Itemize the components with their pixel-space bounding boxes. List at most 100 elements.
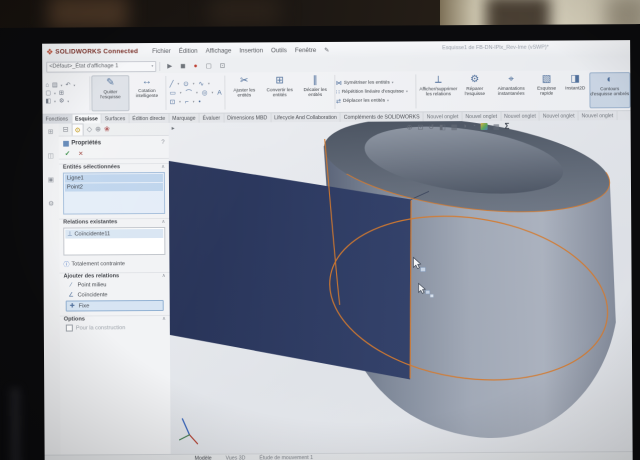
display-state-dropdown[interactable]: <Défaut>_État d'affichage 1 ▾ bbox=[46, 61, 156, 73]
divider bbox=[90, 76, 91, 110]
linear-pattern-button[interactable]: ∷ Répétition linéaire d'esquisse ▾ bbox=[336, 88, 415, 95]
chevron-down-icon: ▾ bbox=[73, 82, 75, 89]
exit-sketch-label: Quitter l'esquisse bbox=[93, 89, 129, 100]
model-tab[interactable]: Modèle bbox=[195, 456, 212, 460]
pause-icon[interactable]: ◼ bbox=[180, 62, 185, 70]
fillet-tool-icon[interactable]: ⌐ bbox=[185, 98, 189, 105]
sketch-point[interactable] bbox=[420, 267, 425, 271]
for-construction-checkbox[interactable] bbox=[66, 325, 73, 332]
display-pane-icon[interactable]: ◫ bbox=[48, 152, 54, 160]
display-manager-tab-icon[interactable]: ❀ bbox=[104, 125, 110, 133]
circle-tool-icon[interactable]: ⊙ bbox=[183, 80, 188, 87]
instant2d-button[interactable]: ◨ Instant2D bbox=[561, 72, 589, 108]
3d-views-tab[interactable]: Vues 3D bbox=[226, 455, 246, 460]
offset-entities-button[interactable]: ∥ Décaler les entités bbox=[297, 74, 333, 110]
cancel-button[interactable]: ✕ bbox=[78, 150, 83, 157]
featuremanager-tab-icon[interactable]: ⊟ bbox=[63, 126, 69, 134]
print-icon[interactable]: ⊞ bbox=[59, 90, 64, 97]
menu-insertion[interactable]: Insertion bbox=[239, 47, 263, 54]
relation-option-fix[interactable]: ✚ Fixe bbox=[66, 300, 164, 312]
info-icon: ⓘ bbox=[63, 260, 69, 269]
arc-tool-icon[interactable]: ⌒ bbox=[186, 89, 193, 96]
shaded-sketch-contours-label: Contours d'esquisse ombrés bbox=[590, 86, 629, 97]
spline-tool-icon[interactable]: ∿ bbox=[198, 80, 203, 87]
play-icon[interactable]: ▶ bbox=[167, 62, 172, 70]
new-document-icon[interactable]: ▢ bbox=[45, 90, 51, 97]
text-tool-icon[interactable]: A bbox=[217, 89, 221, 96]
quick-snaps-button[interactable]: ⌖ Aimantations instantanées bbox=[490, 73, 532, 109]
feature-tree-icon[interactable]: ⊞ bbox=[48, 128, 54, 136]
chevron-down-icon: ▾ bbox=[406, 89, 408, 93]
record-icon[interactable]: ● bbox=[194, 62, 198, 69]
list-item[interactable]: Ligne1 bbox=[65, 174, 163, 183]
propertymanager-tab-icon[interactable]: ⚙ bbox=[71, 123, 83, 135]
menu-affichage[interactable]: Affichage bbox=[206, 47, 232, 54]
relation-option-coincident[interactable]: ∠ Coïncidente bbox=[66, 290, 164, 300]
list-item[interactable]: Point2 bbox=[65, 183, 163, 192]
graphics-viewport[interactable]: ▸ ⊕ ⊡ ↺ ◧ ▦ ◑ ◔ ▦ Σ bbox=[169, 120, 633, 454]
ok-button[interactable]: ✓ bbox=[65, 150, 71, 158]
display-style-icon[interactable]: ◑ bbox=[462, 123, 466, 130]
rapid-sketch-button[interactable]: ▧ Esquisse rapide bbox=[532, 73, 562, 109]
existing-relations-header[interactable]: Relations existantes ∧ bbox=[59, 218, 169, 226]
exit-sketch-button[interactable]: ✎ Quitter l'esquisse bbox=[92, 75, 130, 111]
previous-view-icon[interactable]: ↺ bbox=[428, 123, 434, 131]
zoom-area-icon[interactable]: ⊡ bbox=[417, 123, 423, 131]
move-entities-button[interactable]: ⇄ Déplacer les entités ▾ bbox=[336, 97, 415, 104]
help-icon[interactable]: ? bbox=[161, 139, 164, 145]
selected-entities-header[interactable]: Entités sélectionnées ∧ bbox=[59, 163, 169, 171]
save-icon[interactable]: ▤ bbox=[52, 82, 58, 89]
relation-option-midpoint[interactable]: ∕ Point milieu bbox=[66, 280, 164, 290]
options-header[interactable]: Options ∧ bbox=[60, 315, 170, 323]
configurations-tab-icon[interactable]: ◇ bbox=[87, 125, 92, 133]
convert-entities-button[interactable]: ⊞ Convertir les entités bbox=[262, 74, 298, 110]
scene-icon[interactable]: ▦ bbox=[493, 122, 500, 130]
smart-dimension-button[interactable]: ↔ Cotation intelligente bbox=[129, 75, 165, 111]
shaded-sketch-contours-button[interactable]: ◐ Contours d'esquisse ombrés bbox=[589, 72, 631, 108]
equations-sigma-icon[interactable]: Σ bbox=[505, 122, 510, 131]
convert-entities-icon: ⊞ bbox=[275, 75, 283, 87]
sketch-point[interactable] bbox=[426, 290, 430, 294]
section-view-icon[interactable]: ◧ bbox=[439, 123, 446, 131]
motion-study-tab[interactable]: Étude de mouvement 1 bbox=[259, 455, 313, 460]
sketch-point[interactable] bbox=[430, 294, 433, 297]
slot-tool-icon[interactable]: ⊡ bbox=[170, 98, 175, 105]
menu-fenetre[interactable]: Fenêtre bbox=[295, 47, 316, 54]
add-relations-label: Ajouter des relations bbox=[64, 273, 120, 279]
point-tool-icon[interactable]: • bbox=[198, 98, 200, 105]
trim-entities-button[interactable]: ✂ Ajuster les entités bbox=[226, 74, 262, 110]
undo-icon[interactable]: ↶ bbox=[65, 82, 70, 89]
hide-show-icon[interactable]: ◔ bbox=[472, 123, 476, 130]
settings-icon[interactable]: ⚙ bbox=[48, 200, 54, 208]
3d-model-canvas[interactable] bbox=[169, 120, 633, 454]
zoom-fit-icon[interactable]: ⊕ bbox=[407, 123, 413, 131]
existing-relations-listbox[interactable]: ⊥ Coïncidente11 bbox=[63, 227, 165, 256]
view-orientation-icon[interactable]: ▦ bbox=[451, 123, 458, 131]
options-gear-icon[interactable]: ⚙ bbox=[59, 98, 64, 105]
line-tool-icon[interactable]: ╱ bbox=[170, 80, 174, 87]
ellipse-tool-icon[interactable]: ◎ bbox=[202, 89, 208, 96]
relation-item[interactable]: ⊥ Coïncidente11 bbox=[65, 229, 163, 239]
open-icon[interactable]: ◧ bbox=[45, 98, 51, 105]
configurations-icon[interactable]: ▣ bbox=[48, 176, 54, 184]
menu-edition[interactable]: Édition bbox=[179, 47, 198, 54]
mirror-entities-button[interactable]: ⋈ Symétriser les entités ▾ bbox=[336, 79, 415, 86]
view-cube-icon[interactable] bbox=[481, 123, 488, 130]
relation-item-label: Coïncidente11 bbox=[74, 231, 110, 237]
display-relations-button[interactable]: ⟂ Afficher/supprimer les relations bbox=[418, 73, 460, 109]
pencil-icon[interactable]: ✎ bbox=[324, 46, 329, 53]
selected-entities-listbox[interactable]: Ligne1 Point2 bbox=[63, 172, 165, 215]
document-icon[interactable]: ▢ bbox=[206, 62, 212, 70]
display-relations-label: Afficher/supprimer les relations bbox=[418, 86, 459, 97]
dimxpert-tab-icon[interactable]: ⊕ bbox=[95, 125, 101, 133]
menu-outils[interactable]: Outils bbox=[271, 47, 287, 54]
repair-sketch-button[interactable]: ⚙ Réparer l'esquisse bbox=[459, 73, 491, 109]
menu-fichier[interactable]: Fichier bbox=[152, 47, 171, 54]
add-relations-header[interactable]: Ajouter des relations ∧ bbox=[60, 272, 170, 280]
rectangle-tool-icon[interactable]: ▭ bbox=[170, 89, 176, 96]
screen-capture-icon[interactable]: ⊡ bbox=[220, 62, 226, 70]
home-icon[interactable]: ⌂ bbox=[45, 82, 49, 89]
featuremanager-flyout-arrow[interactable]: ▸ bbox=[172, 125, 175, 132]
fix-icon: ✚ bbox=[69, 302, 76, 309]
move-entities-label: Déplacer les entités bbox=[343, 98, 385, 103]
